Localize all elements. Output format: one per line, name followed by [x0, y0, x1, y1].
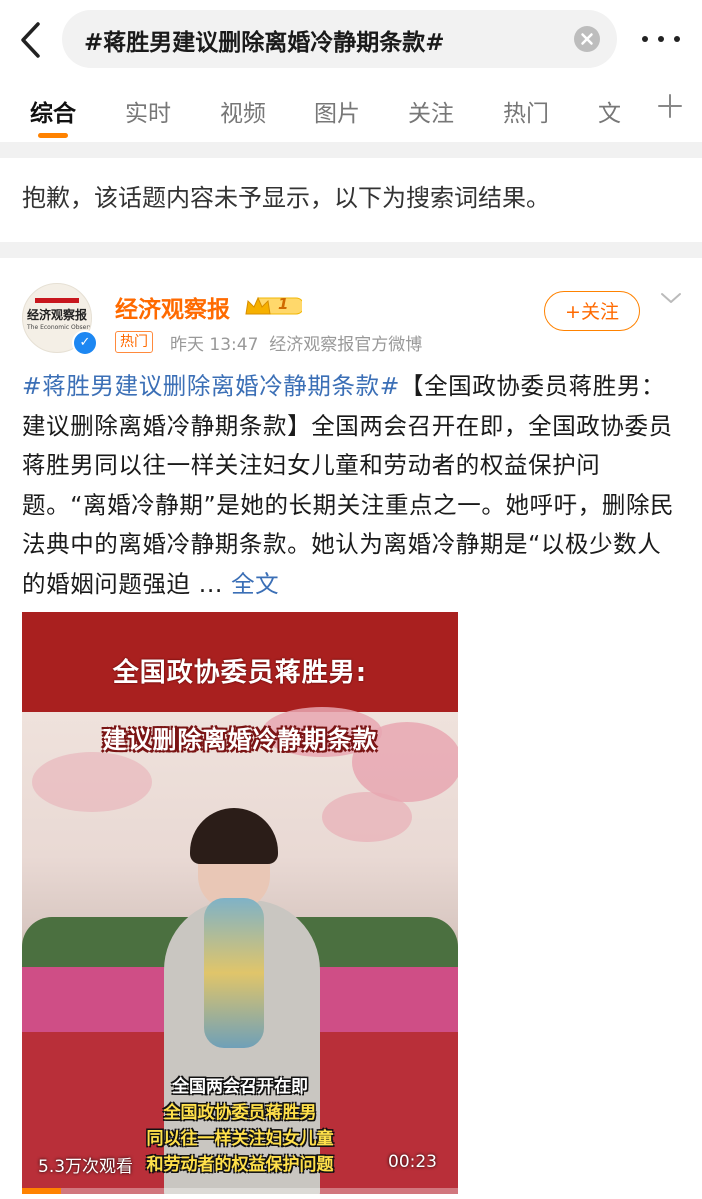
logo-bar: [35, 298, 79, 303]
tab-comprehensive[interactable]: 综合: [30, 94, 76, 128]
topic-link[interactable]: #蒋胜男建议删除离婚冷静期条款#: [22, 372, 400, 400]
search-input[interactable]: #蒋胜男建议删除离婚冷静期条款#: [62, 10, 617, 68]
back-arrow-icon[interactable]: [14, 20, 50, 60]
clear-search-icon[interactable]: [574, 26, 600, 52]
video-subtitle: 全国政协委员蒋胜男: [163, 1103, 317, 1123]
video-title-line1: 全国政协委员蒋胜男:: [112, 658, 368, 688]
tab-images[interactable]: 图片: [314, 94, 360, 128]
post-meta: 昨天 13:47 经济观察报官方微博: [170, 330, 422, 355]
active-tab-indicator: [38, 133, 68, 138]
view-count: 5.3万次观看: [38, 1157, 134, 1177]
post-source: 经济观察报官方微博: [269, 335, 423, 355]
full-text-link[interactable]: 全文: [231, 570, 279, 598]
video-player[interactable]: 全国政协委员蒋胜男: 建议删除离婚冷静期条款 全国两会召开在即 全国政协委员蒋胜…: [22, 612, 458, 1194]
author-name[interactable]: 经济观察报: [115, 290, 230, 324]
post-body: 【全国政协委员蒋胜男：建议删除离婚冷静期条款】全国两会召开在即，全国政协委员蒋胜…: [22, 372, 675, 598]
blossom-decoration: [322, 792, 412, 842]
verified-badge-icon: ✓: [72, 330, 98, 356]
tab-following[interactable]: 关注: [408, 94, 454, 128]
avatar-logo-text: 经济观察报: [27, 308, 88, 322]
tab-articles[interactable]: 文: [598, 94, 624, 128]
scarf: [204, 898, 264, 1048]
tab-video[interactable]: 视频: [220, 94, 266, 128]
more-options-icon[interactable]: [640, 26, 682, 52]
divider: [0, 142, 702, 158]
video-progress-bar[interactable]: [22, 1188, 458, 1194]
vip-crown-icon[interactable]: 1: [244, 294, 305, 318]
video-progress-fill: [22, 1188, 62, 1194]
blossom-decoration: [32, 752, 152, 812]
tab-realtime[interactable]: 实时: [125, 94, 171, 128]
tab-hot[interactable]: 热门: [503, 94, 549, 128]
chevron-down-icon[interactable]: [660, 290, 682, 306]
add-tab-icon[interactable]: [656, 92, 684, 120]
post-text: #蒋胜男建议删除离婚冷静期条款#【全国政协委员蒋胜男：建议删除离婚冷静期条款】全…: [22, 367, 682, 604]
video-title-line2: 建议删除离婚冷静期条款: [102, 726, 378, 754]
notice-text: 抱歉，该话题内容未予显示，以下为搜索词结果。: [22, 184, 550, 212]
video-subtitle: 全国两会召开在即: [172, 1077, 308, 1097]
divider: [0, 242, 702, 258]
tab-bar: 综合 实时 视频 图片 关注 热门 文: [0, 78, 702, 140]
post-time: 昨天 13:47: [170, 335, 259, 355]
video-duration: 00:23: [388, 1152, 437, 1172]
hot-badge: 热门: [115, 331, 153, 353]
search-query-text: #蒋胜男建议删除离婚冷静期条款#: [84, 30, 445, 56]
video-subtitle: 同以往一样关注妇女儿童: [146, 1129, 334, 1149]
top-bar: #蒋胜男建议删除离婚冷静期条款#: [0, 0, 702, 78]
vip-level: 1: [278, 295, 289, 313]
avatar-logo-subtitle: The Economic Observer: [27, 324, 92, 331]
follow-button[interactable]: +关注: [544, 291, 640, 331]
